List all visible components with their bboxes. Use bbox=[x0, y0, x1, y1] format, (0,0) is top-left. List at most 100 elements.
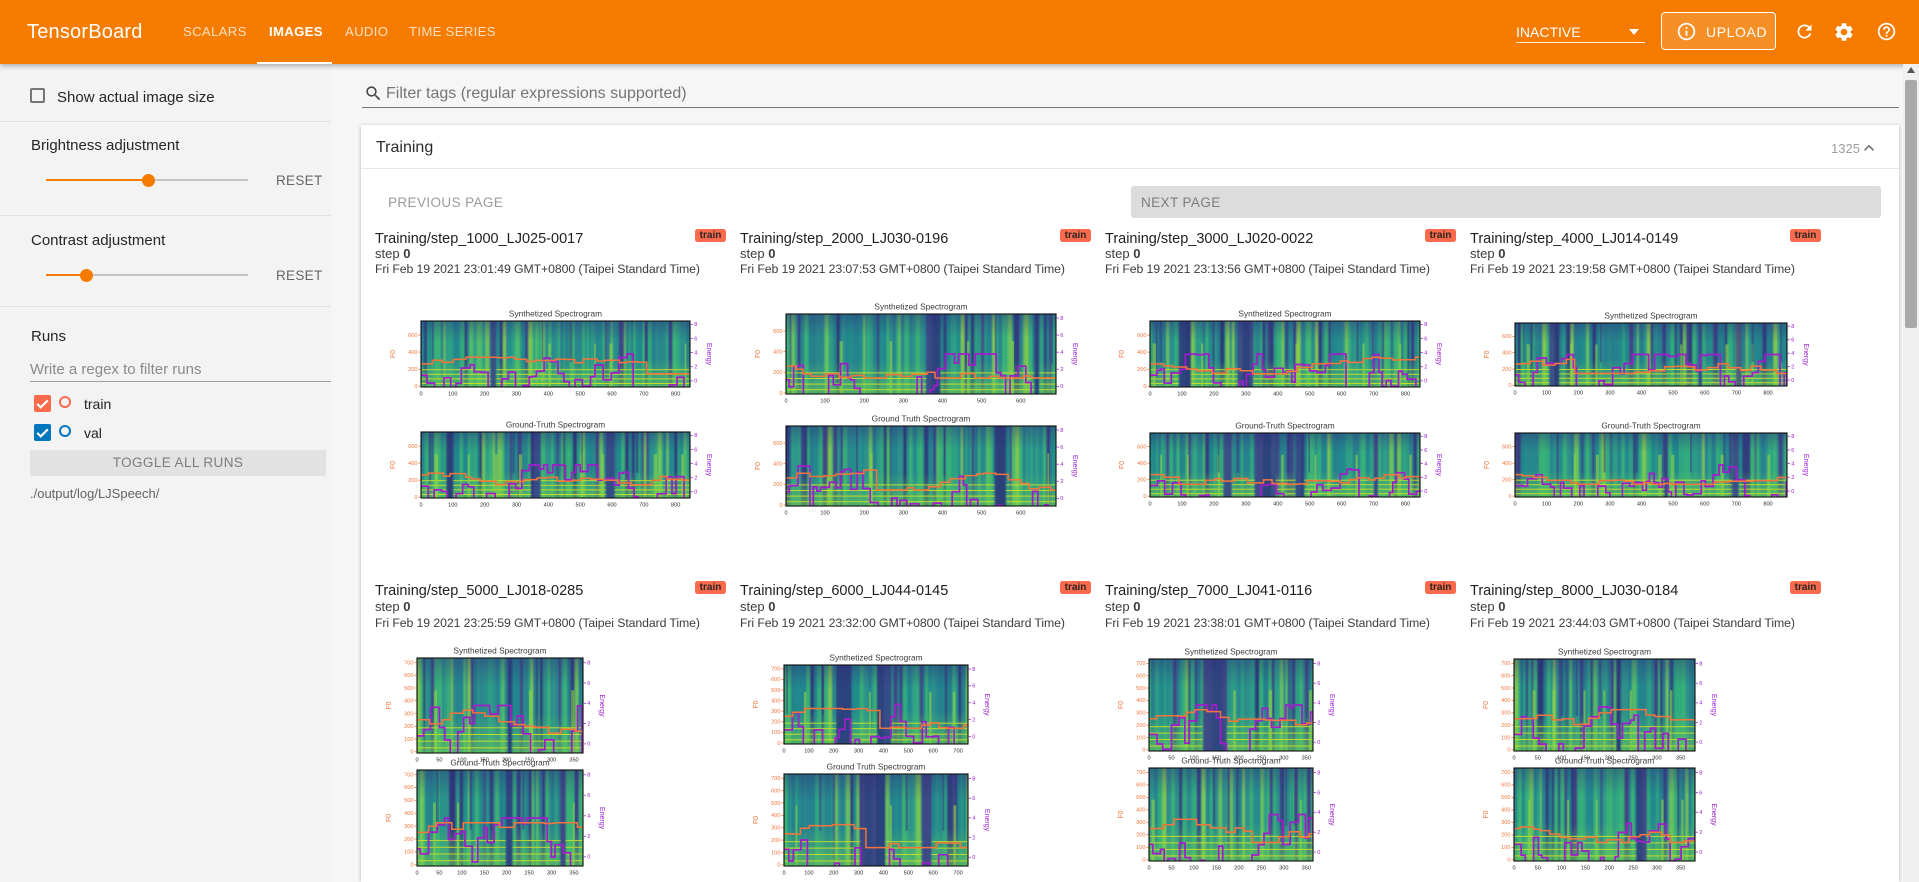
svg-text:8: 8 bbox=[694, 433, 697, 439]
svg-text:Ground Truth Spectrogram: Ground Truth Spectrogram bbox=[827, 762, 926, 772]
svg-text:300: 300 bbox=[771, 826, 780, 832]
svg-text:6: 6 bbox=[694, 336, 697, 342]
svg-text:0: 0 bbox=[1143, 494, 1146, 500]
svg-text:0: 0 bbox=[587, 742, 590, 748]
svg-text:0: 0 bbox=[1699, 740, 1702, 746]
svg-text:300: 300 bbox=[854, 871, 863, 877]
svg-text:300: 300 bbox=[1136, 711, 1145, 717]
svg-text:500: 500 bbox=[576, 392, 585, 398]
svg-text:600: 600 bbox=[1700, 391, 1709, 397]
svg-text:Energy: Energy bbox=[1710, 694, 1717, 717]
svg-text:2: 2 bbox=[694, 476, 697, 482]
svg-text:200: 200 bbox=[829, 871, 838, 877]
svg-text:400: 400 bbox=[1502, 351, 1511, 357]
svg-text:800: 800 bbox=[1763, 502, 1772, 508]
svg-text:0: 0 bbox=[1513, 502, 1516, 508]
svg-text:500: 500 bbox=[1501, 686, 1510, 692]
svg-text:600: 600 bbox=[408, 333, 417, 339]
svg-text:200: 200 bbox=[1501, 723, 1510, 729]
svg-text:400: 400 bbox=[1273, 502, 1282, 508]
svg-text:8: 8 bbox=[587, 661, 590, 667]
svg-text:Energy: Energy bbox=[1435, 343, 1442, 366]
svg-text:500: 500 bbox=[404, 686, 413, 692]
svg-text:Energy: Energy bbox=[705, 454, 712, 477]
svg-text:F0: F0 bbox=[1483, 701, 1490, 709]
svg-text:700: 700 bbox=[953, 749, 962, 755]
svg-text:400: 400 bbox=[1501, 808, 1510, 814]
svg-text:200: 200 bbox=[480, 392, 489, 398]
svg-text:300: 300 bbox=[547, 871, 556, 877]
svg-text:0: 0 bbox=[419, 392, 422, 398]
svg-text:500: 500 bbox=[771, 688, 780, 694]
svg-text:4: 4 bbox=[1699, 701, 1702, 707]
svg-text:4: 4 bbox=[694, 461, 697, 467]
svg-text:0: 0 bbox=[782, 749, 785, 755]
svg-text:100: 100 bbox=[1542, 502, 1551, 508]
svg-text:4: 4 bbox=[694, 350, 697, 356]
svg-text:600: 600 bbox=[1137, 333, 1146, 339]
svg-text:0: 0 bbox=[1424, 379, 1427, 385]
svg-text:300: 300 bbox=[1501, 820, 1510, 826]
svg-text:0: 0 bbox=[777, 741, 780, 747]
svg-text:6: 6 bbox=[587, 681, 590, 687]
svg-text:0: 0 bbox=[415, 871, 418, 877]
svg-text:6: 6 bbox=[1317, 681, 1320, 687]
svg-text:200: 200 bbox=[1234, 866, 1243, 872]
svg-text:2: 2 bbox=[1699, 830, 1702, 836]
svg-text:Ground-Truth Spectrogram: Ground-Truth Spectrogram bbox=[1181, 756, 1280, 766]
svg-text:500: 500 bbox=[576, 503, 585, 509]
svg-text:50: 50 bbox=[1535, 756, 1541, 762]
svg-text:700: 700 bbox=[639, 392, 648, 398]
svg-text:Synthetized Spectrogram: Synthetized Spectrogram bbox=[829, 653, 922, 663]
svg-text:350: 350 bbox=[569, 758, 578, 764]
svg-text:600: 600 bbox=[1337, 392, 1346, 398]
svg-text:Synthetized Spectrogram: Synthetized Spectrogram bbox=[1604, 311, 1697, 321]
svg-text:8: 8 bbox=[972, 667, 975, 673]
svg-text:100: 100 bbox=[1136, 845, 1145, 851]
svg-text:0: 0 bbox=[694, 379, 697, 385]
svg-text:0: 0 bbox=[1512, 756, 1515, 762]
svg-text:600: 600 bbox=[1700, 502, 1709, 508]
svg-text:0: 0 bbox=[1148, 392, 1151, 398]
svg-text:Ground-Truth Spectrogram: Ground-Truth Spectrogram bbox=[450, 758, 549, 768]
svg-text:600: 600 bbox=[1501, 783, 1510, 789]
svg-text:0: 0 bbox=[1317, 850, 1320, 856]
svg-text:350: 350 bbox=[569, 871, 578, 877]
svg-text:6: 6 bbox=[1317, 790, 1320, 796]
svg-text:300: 300 bbox=[1605, 391, 1614, 397]
svg-text:200: 200 bbox=[773, 370, 782, 376]
svg-text:F0: F0 bbox=[1484, 350, 1491, 358]
svg-text:F0: F0 bbox=[390, 461, 397, 469]
svg-text:Ground-Truth Spectrogram: Ground-Truth Spectrogram bbox=[1601, 421, 1700, 431]
svg-text:6: 6 bbox=[1699, 790, 1702, 796]
svg-text:2: 2 bbox=[1317, 830, 1320, 836]
svg-text:200: 200 bbox=[408, 478, 417, 484]
svg-text:600: 600 bbox=[773, 441, 782, 447]
svg-text:150: 150 bbox=[480, 871, 489, 877]
svg-text:300: 300 bbox=[1605, 502, 1614, 508]
svg-text:Synthetized Spectrogram: Synthetized Spectrogram bbox=[1558, 647, 1651, 657]
svg-text:6: 6 bbox=[1424, 448, 1427, 454]
svg-text:8: 8 bbox=[1060, 428, 1063, 434]
svg-text:2: 2 bbox=[1699, 720, 1702, 726]
svg-text:400: 400 bbox=[1637, 391, 1646, 397]
svg-text:4: 4 bbox=[1424, 350, 1427, 356]
svg-text:400: 400 bbox=[1136, 698, 1145, 704]
svg-text:Energy: Energy bbox=[705, 343, 712, 366]
svg-text:300: 300 bbox=[512, 392, 521, 398]
svg-text:600: 600 bbox=[1502, 444, 1511, 450]
svg-text:4: 4 bbox=[1791, 461, 1794, 467]
svg-text:100: 100 bbox=[404, 850, 413, 856]
svg-text:0: 0 bbox=[1424, 489, 1427, 495]
svg-text:0: 0 bbox=[415, 758, 418, 764]
svg-text:6: 6 bbox=[1791, 448, 1794, 454]
svg-text:6: 6 bbox=[587, 793, 590, 799]
svg-text:8: 8 bbox=[1317, 661, 1320, 667]
svg-text:F0: F0 bbox=[1483, 810, 1490, 818]
svg-text:400: 400 bbox=[1136, 808, 1145, 814]
svg-text:600: 600 bbox=[404, 673, 413, 679]
svg-text:600: 600 bbox=[929, 749, 938, 755]
svg-text:100: 100 bbox=[1542, 391, 1551, 397]
svg-text:200: 200 bbox=[773, 482, 782, 488]
svg-text:8: 8 bbox=[1424, 322, 1427, 328]
